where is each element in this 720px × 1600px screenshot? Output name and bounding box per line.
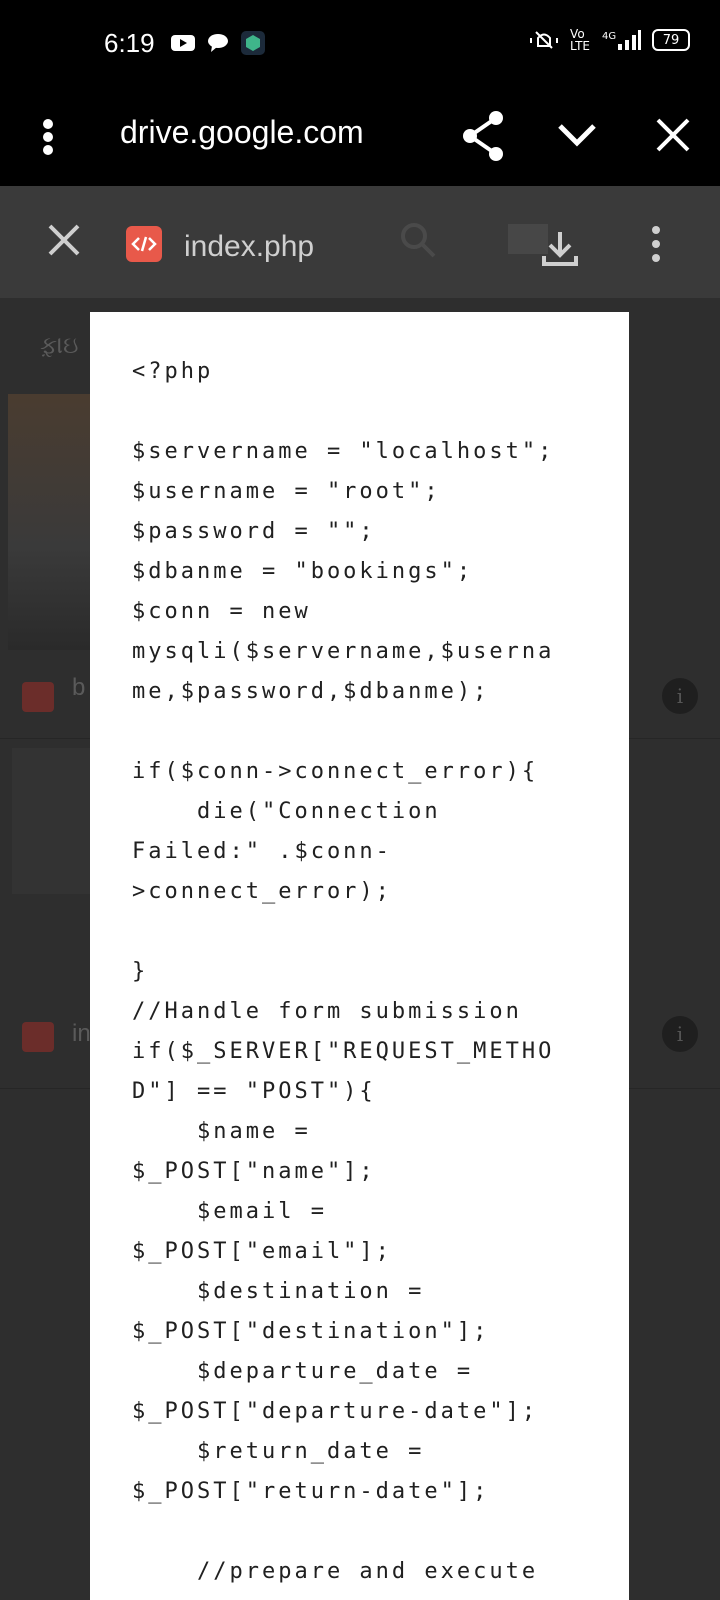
volte-icon: Vo LTE: [570, 27, 590, 53]
status-time: 6:19: [104, 28, 155, 58]
file-viewer-toolbar: index.php: [0, 186, 720, 298]
code-content: <?php $servername = "localhost"; $usernam…: [132, 352, 612, 1592]
php-file-icon: [22, 1022, 54, 1052]
code-line: >connect_error);: [132, 879, 392, 904]
system-icons: Vo LTE 4G 79: [528, 28, 690, 52]
app-cube-icon: [241, 31, 265, 55]
mute-bell-icon: [530, 31, 559, 49]
svg-text:4G: 4G: [602, 31, 616, 42]
code-line: $_POST["name"];: [132, 1159, 376, 1184]
custom-tab-bar: drive.google.com: [0, 88, 720, 186]
search-icon[interactable]: [398, 220, 438, 260]
code-line: if($_SERVER["REQUEST_METHO: [132, 1039, 555, 1064]
code-line: me,$password,$dbanme);: [132, 679, 490, 704]
background-row-fragment: b: [72, 674, 86, 701]
background-row-fragment: in: [72, 1020, 91, 1047]
code-line: }: [132, 959, 149, 984]
signal-4g-icon: 4G: [602, 30, 641, 50]
code-line: $name =: [132, 1119, 311, 1144]
code-line: Failed:" .$conn-: [132, 839, 392, 864]
code-line: $_POST["return-date"];: [132, 1479, 490, 1504]
share-icon[interactable]: [458, 106, 510, 166]
battery-icon: 79: [652, 29, 690, 51]
code-line: D"] == "POST"){: [132, 1079, 376, 1104]
code-line: die("Connection: [132, 799, 441, 824]
code-line: //prepare and execute: [132, 1559, 539, 1584]
url-text[interactable]: drive.google.com: [120, 114, 364, 151]
more-vert-icon[interactable]: [28, 112, 68, 162]
code-line: $destination =: [132, 1279, 425, 1304]
background-header-fragment: ફ઼ાઇ: [40, 332, 79, 359]
notification-icons: [170, 30, 266, 56]
code-line: $return_date =: [132, 1439, 425, 1464]
youtube-icon: [171, 35, 195, 51]
chat-icon: [208, 34, 228, 52]
file-name: index.php: [184, 230, 315, 263]
download-icon[interactable]: [540, 228, 580, 268]
code-line: $_POST["destination"];: [132, 1319, 490, 1344]
code-line: mysqli($servername,$userna: [132, 639, 555, 664]
code-line: $conn = new: [132, 599, 311, 624]
info-icon[interactable]: i: [662, 678, 698, 714]
image-thumbnail: [8, 394, 90, 650]
viewer-more-vert-icon[interactable]: [646, 224, 666, 264]
code-line: <?php: [132, 359, 214, 384]
code-line: $password = "";: [132, 519, 376, 544]
status-bar: 6:19 Vo LTE 4G 79: [0, 0, 720, 88]
document-thumbnail: [12, 748, 90, 894]
code-file-icon: [126, 226, 162, 262]
code-line: $_POST["departure-date"];: [132, 1399, 539, 1424]
chevron-down-icon[interactable]: [552, 110, 602, 160]
code-line: $username = "root";: [132, 479, 441, 504]
code-line: if($conn->connect_error){: [132, 759, 539, 784]
code-line: //Handle form submission: [132, 999, 522, 1024]
code-line: $email =: [132, 1199, 327, 1224]
code-line: $servername = "localhost";: [132, 439, 555, 464]
viewer-close-icon[interactable]: [44, 220, 84, 260]
image-file-icon: [22, 682, 54, 712]
close-icon[interactable]: [648, 110, 698, 160]
code-preview[interactable]: <?php $servername = "localhost"; $usernam…: [90, 312, 629, 1600]
code-line: $dbanme = "bookings";: [132, 559, 474, 584]
code-line: $departure_date =: [132, 1359, 474, 1384]
code-line: $_POST["email"];: [132, 1239, 392, 1264]
info-icon[interactable]: i: [662, 1016, 698, 1052]
battery-level: 79: [662, 32, 680, 48]
